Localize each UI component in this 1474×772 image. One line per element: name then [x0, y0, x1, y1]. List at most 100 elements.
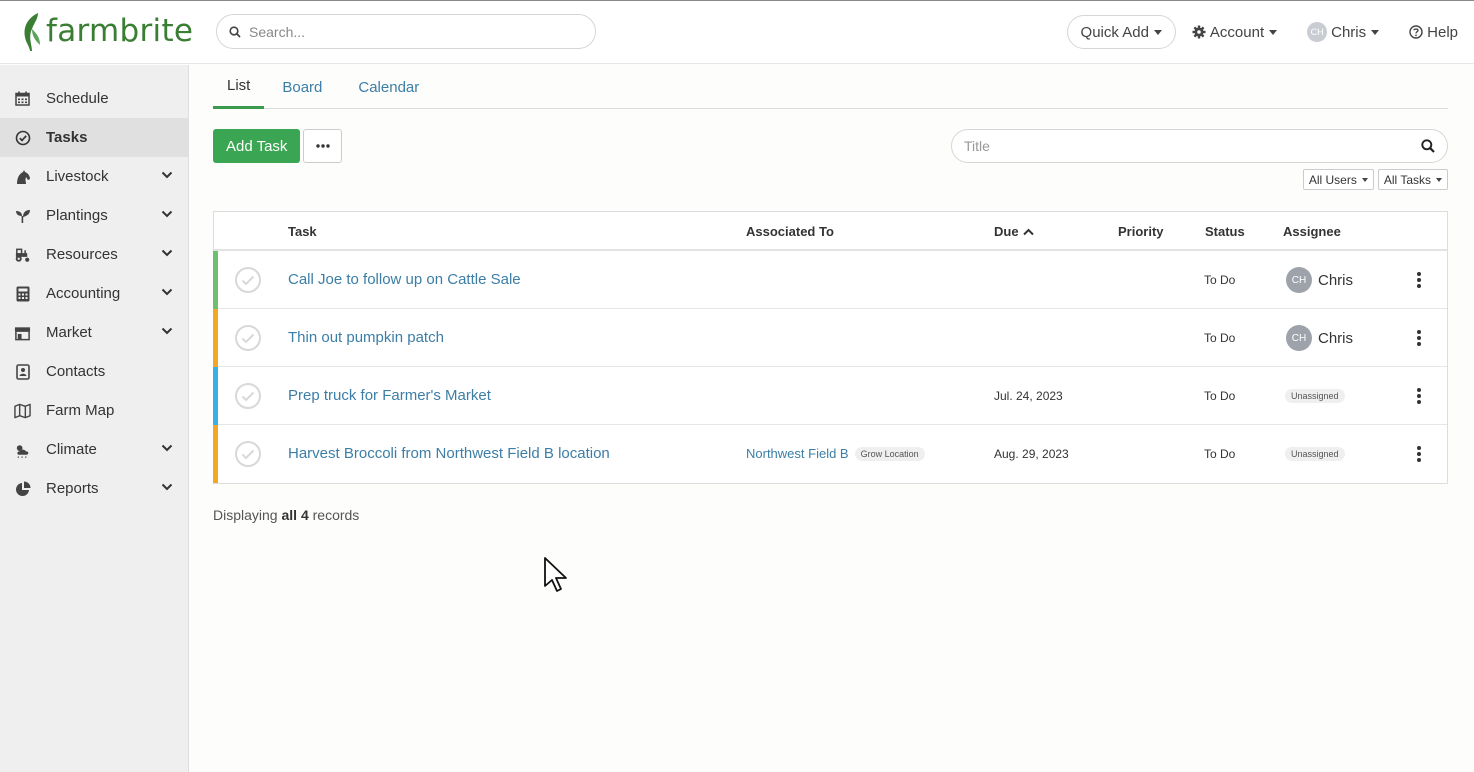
sidebar-item-resources[interactable]: Resources [0, 235, 188, 274]
sidebar-item-label: Resources [46, 246, 118, 263]
sidebar: Schedule Tasks Livestock Plantings Resou… [0, 65, 189, 772]
sort-ascending-icon [1022, 228, 1034, 235]
user-avatar: CH [1307, 22, 1328, 42]
account-label: Account [1209, 23, 1265, 41]
horse-icon [14, 168, 31, 185]
sidebar-item-label: Accounting [46, 285, 121, 302]
column-status[interactable]: Status [1205, 224, 1245, 239]
complete-task-checkbox[interactable] [235, 383, 261, 409]
row-actions-menu[interactable] [1415, 446, 1423, 462]
tasks-table: Task Associated To Due Priority Status A… [213, 211, 1448, 484]
column-task[interactable]: Task [288, 224, 317, 239]
global-search-input[interactable] [249, 23, 569, 40]
address-book-icon [14, 363, 31, 380]
column-associated-to[interactable]: Associated To [746, 224, 834, 239]
task-color-bar [213, 367, 218, 425]
column-due[interactable]: Due [994, 224, 1034, 239]
task-status: To Do [1204, 331, 1236, 345]
task-status: To Do [1204, 273, 1236, 287]
user-name: Chris [1331, 23, 1367, 41]
help-label: Help [1427, 23, 1458, 41]
sidebar-item-reports[interactable]: Reports [0, 469, 188, 508]
task-link[interactable]: Harvest Broccoli from Northwest Field B … [288, 445, 610, 462]
assignee-name: Chris [1318, 329, 1354, 347]
column-priority[interactable]: Priority [1118, 224, 1164, 239]
row-actions-menu[interactable] [1415, 330, 1423, 346]
main-content: List Board Calendar Add Task All Users A… [213, 65, 1448, 190]
complete-task-checkbox[interactable] [235, 325, 261, 351]
task-assignee: CH Chris [1286, 325, 1353, 351]
cloud-sun-icon [14, 441, 31, 458]
sidebar-item-contacts[interactable]: Contacts [0, 352, 188, 391]
user-menu[interactable]: CH Chris [1307, 22, 1380, 42]
help-link[interactable]: Help [1409, 24, 1458, 41]
records-count: Displaying all 4 records [213, 507, 359, 523]
unassigned-badge: Unassigned [1285, 389, 1345, 403]
add-task-button[interactable]: Add Task [213, 129, 301, 163]
avatar: CH [1286, 325, 1312, 351]
records-prefix: Displaying [213, 507, 278, 523]
sidebar-item-market[interactable]: Market [0, 313, 188, 352]
search-icon[interactable] [1421, 139, 1435, 153]
row-actions-menu[interactable] [1415, 388, 1423, 404]
sidebar-item-accounting[interactable]: Accounting [0, 274, 188, 313]
chevron-down-icon [161, 327, 173, 335]
all-users-filter[interactable]: All Users [1302, 169, 1374, 190]
associated-link[interactable]: Northwest Field B [746, 446, 849, 461]
avatar: CH [1286, 267, 1312, 293]
chevron-down-icon [161, 171, 173, 179]
store-icon [14, 324, 31, 341]
task-link[interactable]: Call Joe to follow up on Cattle Sale [288, 271, 521, 288]
sidebar-item-livestock[interactable]: Livestock [0, 157, 188, 196]
task-assignee: CH Chris [1286, 267, 1353, 293]
chevron-down-icon [161, 288, 173, 296]
sidebar-item-label: Climate [46, 441, 97, 458]
sidebar-item-schedule[interactable]: Schedule [0, 79, 188, 118]
column-assignee[interactable]: Assignee [1283, 224, 1341, 239]
task-status: To Do [1204, 447, 1236, 461]
all-tasks-filter[interactable]: All Tasks [1377, 169, 1448, 190]
chevron-down-icon [161, 249, 173, 257]
caret-down-icon [1153, 29, 1162, 35]
sidebar-item-climate[interactable]: Climate [0, 430, 188, 469]
complete-task-checkbox[interactable] [235, 267, 261, 293]
task-color-bar [213, 251, 218, 309]
more-options-button[interactable] [303, 129, 342, 163]
task-due-date: Aug. 29, 2023 [994, 447, 1069, 461]
account-menu[interactable]: Account [1192, 23, 1278, 41]
sidebar-item-label: Livestock [46, 168, 109, 185]
tab-calendar[interactable]: Calendar [340, 65, 437, 109]
top-header: farmbrite Quick Add Account [0, 0, 1474, 64]
title-search-input[interactable] [964, 138, 1421, 154]
task-link[interactable]: Prep truck for Farmer's Market [288, 387, 491, 404]
sidebar-item-plantings[interactable]: Plantings [0, 196, 188, 235]
caret-down-icon [1361, 177, 1368, 182]
task-color-bar [213, 309, 218, 367]
sidebar-item-label: Farm Map [46, 402, 115, 419]
task-toolbar: Add Task [213, 109, 1448, 181]
caret-down-icon [1269, 29, 1278, 35]
associated-to: Northwest Field B Grow Location [746, 446, 925, 461]
sidebar-item-tasks[interactable]: Tasks [0, 118, 188, 157]
task-link[interactable]: Thin out pumpkin patch [288, 329, 444, 346]
brand-logo[interactable]: farmbrite [20, 11, 193, 51]
task-filters: All Users All Tasks [1299, 169, 1448, 190]
sidebar-item-label: Market [46, 324, 92, 341]
gear-icon [1192, 25, 1206, 39]
tractor-icon [14, 246, 31, 263]
records-count-value: all 4 [281, 507, 309, 523]
grow-location-badge: Grow Location [854, 446, 925, 461]
global-search[interactable] [216, 14, 596, 49]
table-row: Thin out pumpkin patch To Do CH Chris [213, 309, 1447, 367]
quick-add-button[interactable]: Quick Add [1066, 15, 1176, 49]
sidebar-item-label: Plantings [46, 207, 108, 224]
complete-task-checkbox[interactable] [235, 441, 261, 467]
sidebar-item-farm-map[interactable]: Farm Map [0, 391, 188, 430]
sidebar-item-label: Contacts [46, 363, 106, 380]
row-actions-menu[interactable] [1415, 272, 1423, 288]
checkmark-icon [241, 275, 255, 285]
tab-board[interactable]: Board [264, 65, 340, 109]
tab-list[interactable]: List [213, 65, 265, 109]
chevron-down-icon [161, 444, 173, 452]
title-search[interactable] [951, 129, 1448, 163]
